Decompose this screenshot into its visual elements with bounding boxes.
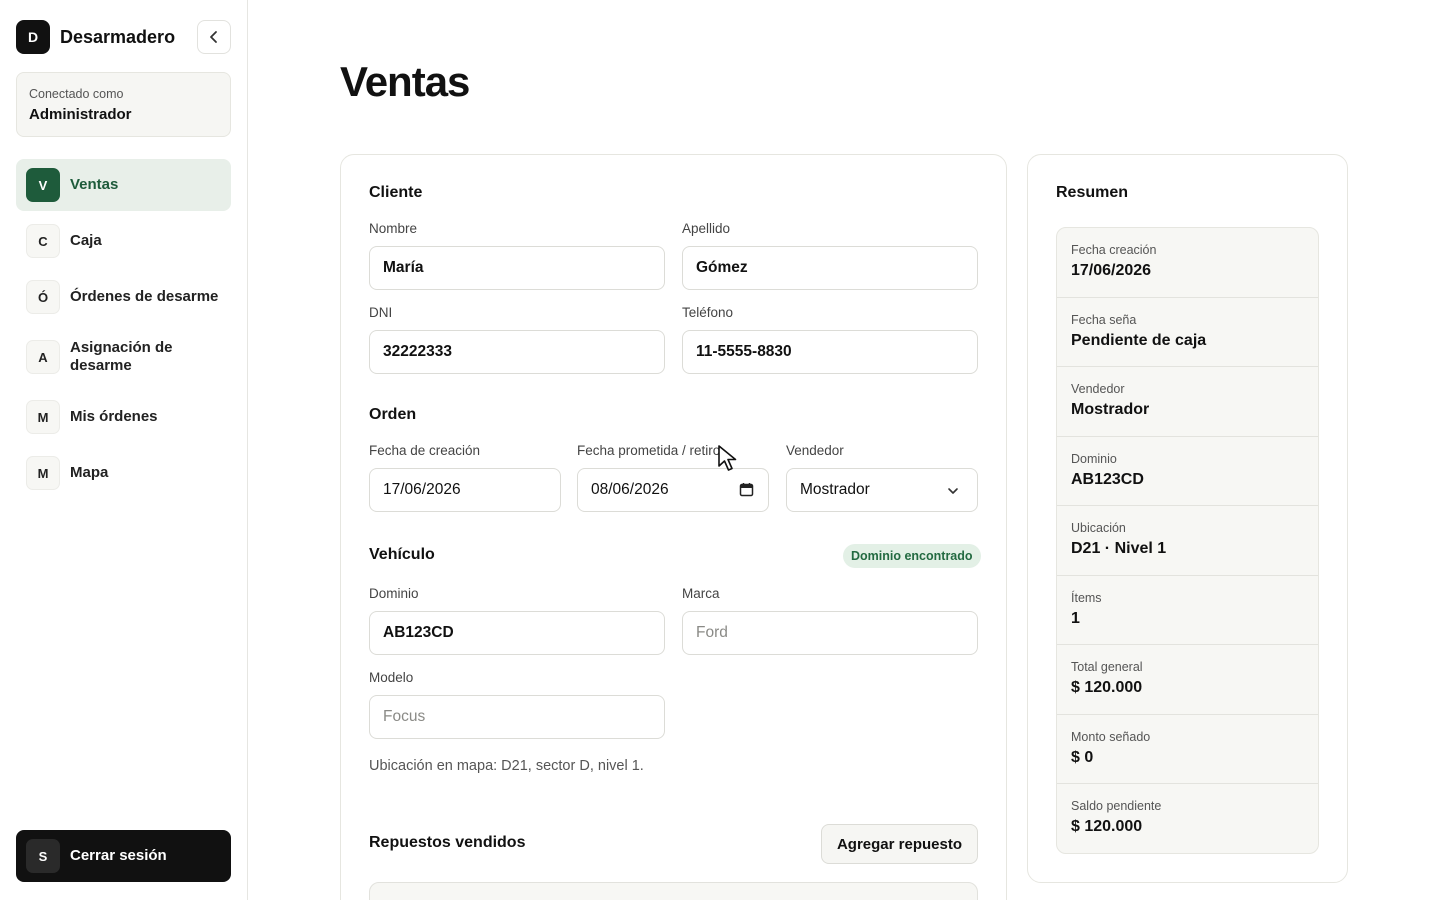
sidebar-item-caja[interactable]: C Caja bbox=[16, 215, 231, 267]
sidebar-item-label: Mis órdenes bbox=[70, 408, 158, 425]
sidebar-item-ordenes-desarme[interactable]: Ó Órdenes de desarme bbox=[16, 271, 231, 323]
nav-badge: V bbox=[26, 168, 60, 202]
vendedor-select[interactable]: Mostrador bbox=[786, 468, 978, 512]
sidebar-item-mapa[interactable]: M Mapa bbox=[16, 447, 231, 499]
chevron-down-icon bbox=[948, 488, 958, 494]
summary-label: Total general bbox=[1071, 660, 1143, 674]
user-role: Administrador bbox=[29, 106, 132, 123]
sidebar-item-label: Órdenes de desarme bbox=[70, 288, 219, 305]
summary-label: Ubicación bbox=[1071, 521, 1126, 535]
summary-row-saldo-pendiente: Saldo pendiente $ 120.000 bbox=[1057, 784, 1318, 853]
nombre-label: Nombre bbox=[369, 221, 418, 236]
vendedor-value: Mostrador bbox=[800, 481, 870, 498]
sidebar-item-mis-ordenes[interactable]: M Mis órdenes bbox=[16, 391, 231, 443]
parts-table bbox=[369, 882, 978, 900]
sidebar-item-ventas[interactable]: V Ventas bbox=[16, 159, 231, 211]
modelo-label: Modelo bbox=[369, 670, 414, 685]
telefono-label: Teléfono bbox=[682, 305, 734, 320]
summary-label: Fecha seña bbox=[1071, 312, 1137, 327]
dominio-input[interactable]: AB123CD bbox=[369, 611, 665, 655]
summary-row-items: Ítems 1 bbox=[1057, 576, 1318, 645]
nav-badge: M bbox=[26, 456, 60, 490]
sidebar-item-label: Asignación de desarme bbox=[70, 339, 173, 374]
summary-value: $ 120.000 bbox=[1071, 679, 1143, 696]
summary-label: Saldo pendiente bbox=[1071, 799, 1162, 813]
fecha-prometida-label: Fecha prometida / retiro bbox=[577, 443, 721, 458]
fecha-creacion-label: Fecha de creación bbox=[369, 443, 481, 458]
collapse-sidebar-button[interactable] bbox=[197, 20, 231, 54]
sidebar-item-label: Ventas bbox=[70, 176, 119, 193]
dni-label: DNI bbox=[369, 305, 393, 320]
nav-badge: Ó bbox=[26, 280, 60, 314]
calendar-icon[interactable] bbox=[739, 482, 754, 497]
summary-row-fecha-creacion: Fecha creación 17/06/2026 bbox=[1057, 228, 1318, 298]
summary-label: Dominio bbox=[1071, 451, 1117, 466]
section-title-orden: Orden bbox=[369, 406, 417, 423]
modelo-input[interactable]: Focus bbox=[369, 695, 665, 739]
status-badge: Dominio encontrado bbox=[843, 544, 981, 568]
fecha-prometida-input[interactable]: 08/06/2026 bbox=[577, 468, 769, 512]
sidebar-nav: V Ventas C Caja Ó Órdenes de desarme A A… bbox=[16, 159, 231, 503]
nav-badge: C bbox=[26, 224, 60, 258]
summary-list: Fecha creación 17/06/2026 Fecha seña Pen… bbox=[1056, 227, 1319, 854]
sidebar-item-asignacion-desarme[interactable]: A Asignación de desarme bbox=[16, 327, 231, 387]
summary-row-monto-senado: Monto señado $ 0 bbox=[1057, 715, 1318, 784]
telefono-input[interactable]: 11-5555-8830 bbox=[682, 330, 978, 374]
summary-value: D21 · Nivel 1 bbox=[1071, 540, 1167, 557]
brand-name: Desarmadero bbox=[60, 26, 176, 47]
summary-row-fecha-sena: Fecha seña Pendiente de caja bbox=[1057, 298, 1318, 367]
user-caption: Conectado como bbox=[29, 87, 124, 101]
summary-value: Mostrador bbox=[1071, 401, 1150, 418]
dominio-label: Dominio bbox=[369, 586, 419, 601]
marca-input[interactable]: Ford bbox=[682, 611, 978, 655]
summary-label: Ítems bbox=[1071, 590, 1102, 605]
summary-row-vendedor: Vendedor Mostrador bbox=[1057, 367, 1318, 437]
summary-label: Monto señado bbox=[1071, 729, 1151, 744]
logout-button[interactable]: S Cerrar sesión bbox=[16, 830, 231, 882]
dni-input[interactable]: 32222333 bbox=[369, 330, 665, 374]
vendedor-label: Vendedor bbox=[786, 443, 844, 458]
chevron-left-icon bbox=[210, 31, 217, 43]
summary-row-ubicacion: Ubicación D21 · Nivel 1 bbox=[1057, 506, 1318, 576]
section-title-cliente: Cliente bbox=[369, 184, 423, 201]
apellido-label: Apellido bbox=[682, 221, 731, 236]
nav-badge: M bbox=[26, 400, 60, 434]
user-card: Conectado como Administrador bbox=[16, 72, 231, 137]
section-title-vehiculo: Vehículo bbox=[369, 546, 435, 563]
fecha-creacion-input[interactable]: 17/06/2026 bbox=[369, 468, 561, 512]
summary-label: Vendedor bbox=[1071, 382, 1125, 396]
add-part-button[interactable]: Agregar repuesto bbox=[821, 824, 978, 864]
summary-label: Fecha creación bbox=[1071, 243, 1157, 257]
logout-label: Cerrar sesión bbox=[70, 847, 167, 864]
summary-value: AB123CD bbox=[1071, 470, 1144, 488]
summary-value: $ 120.000 bbox=[1071, 818, 1143, 835]
brand: D Desarmadero bbox=[16, 20, 175, 54]
fecha-prometida-value: 08/06/2026 bbox=[591, 481, 669, 498]
nav-badge: S bbox=[26, 839, 60, 873]
summary-value: 17/06/2026 bbox=[1071, 262, 1152, 279]
brand-logo: D bbox=[16, 20, 50, 54]
map-location-note: Ubicación en mapa: D21, sector D, nivel … bbox=[369, 758, 644, 774]
summary-value: $ 0 bbox=[1071, 748, 1094, 766]
section-title-repuestos: Repuestos vendidos bbox=[369, 834, 526, 851]
summary-row-dominio: Dominio AB123CD bbox=[1057, 437, 1318, 506]
nombre-input[interactable]: María bbox=[369, 246, 665, 290]
summary-value: 1 bbox=[1071, 609, 1080, 627]
marca-label: Marca bbox=[682, 586, 720, 601]
page-title: Ventas bbox=[340, 58, 470, 105]
mouse-cursor-icon bbox=[718, 445, 737, 471]
sidebar: D Desarmadero Conectado como Administrad… bbox=[0, 0, 248, 900]
summary-row-total-general: Total general $ 120.000 bbox=[1057, 645, 1318, 715]
sidebar-item-label: Mapa bbox=[70, 464, 109, 481]
nav-badge: A bbox=[26, 340, 60, 374]
summary-value: Pendiente de caja bbox=[1071, 331, 1207, 349]
apellido-input[interactable]: Gómez bbox=[682, 246, 978, 290]
sidebar-item-label: Caja bbox=[70, 232, 102, 249]
summary-title: Resumen bbox=[1056, 184, 1129, 201]
